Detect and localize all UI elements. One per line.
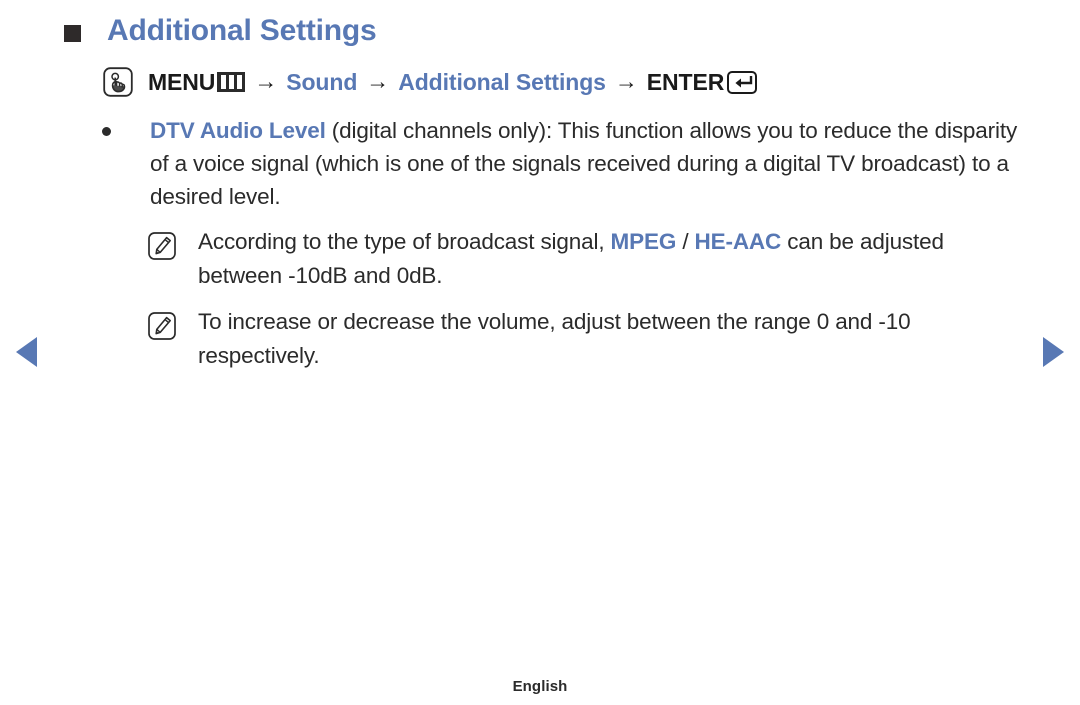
menu-path-step-additional-settings: Additional Settings: [398, 68, 606, 95]
previous-page-arrow[interactable]: [16, 337, 37, 367]
page-title-row: Additional Settings: [64, 14, 377, 48]
footer-language: English: [512, 678, 568, 695]
touch-hand-icon: [102, 66, 134, 98]
emanual-page: Additional Settings MENU → Sound → Addit…: [0, 0, 1080, 705]
path-arrow-2: →: [366, 67, 390, 94]
menu-path-text: MENU → Sound → Additional Settings → ENT…: [148, 67, 758, 96]
note-highlight-mpeg: MPEG: [610, 229, 677, 254]
path-arrow-1: →: [254, 67, 278, 94]
menu-path-menu-label: MENU: [148, 68, 216, 95]
note-text-before: According to the type of broadcast signa…: [198, 229, 611, 254]
note-item: To increase or decrease the volume, adju…: [102, 305, 1032, 373]
note-text: According to the type of broadcast signa…: [198, 225, 1032, 293]
next-page-arrow[interactable]: [1043, 337, 1064, 367]
menu-path: MENU → Sound → Additional Settings → ENT…: [102, 66, 758, 98]
bullet-text: DTV Audio Level (digital channels only):…: [150, 114, 1032, 213]
note-separator: /: [676, 229, 695, 254]
title-square-icon: [64, 24, 81, 42]
bullet-highlight: DTV Audio Level: [150, 118, 326, 143]
bullet-dot-icon: [102, 114, 150, 136]
menu-bars-icon: [217, 72, 246, 92]
note-pen-icon: [147, 305, 198, 346]
path-arrow-3: →: [614, 67, 638, 94]
note-pen-icon: [147, 225, 198, 266]
menu-path-step-sound: Sound: [286, 68, 358, 95]
content-body: DTV Audio Level (digital channels only):…: [102, 114, 1032, 373]
page-title: Additional Settings: [107, 14, 377, 47]
note-highlight-heaac: HE-AAC: [694, 229, 782, 254]
note-text: To increase or decrease the volume, adju…: [198, 305, 1032, 373]
list-item: DTV Audio Level (digital channels only):…: [102, 114, 1032, 213]
note-item: According to the type of broadcast signa…: [102, 225, 1032, 293]
enter-return-icon: [727, 70, 758, 94]
note-text-before: To increase or decrease the volume, adju…: [198, 309, 911, 368]
menu-path-enter-label: ENTER: [646, 68, 725, 95]
